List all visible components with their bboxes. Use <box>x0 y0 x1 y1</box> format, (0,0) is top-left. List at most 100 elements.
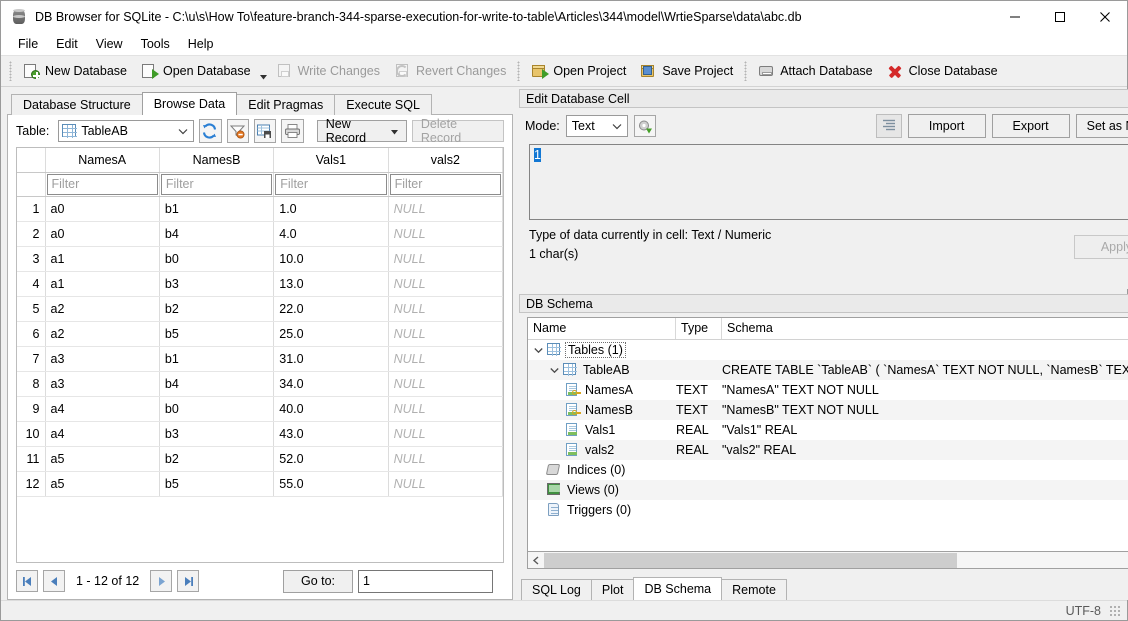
cell-vals1[interactable]: 52.0 <box>273 446 389 472</box>
cell-namesb[interactable]: b0 <box>159 396 275 422</box>
row-number[interactable]: 4 <box>17 271 46 297</box>
toolbar-grip[interactable] <box>9 61 12 81</box>
cell-namesb[interactable]: b4 <box>159 371 275 397</box>
tab-sql-log[interactable]: SQL Log <box>521 579 592 600</box>
cell-namesa[interactable]: a2 <box>45 296 160 322</box>
menu-view[interactable]: View <box>87 35 132 53</box>
table-row[interactable]: 8 a3 b4 34.0 NULL <box>17 371 503 397</box>
cell-vals2[interactable]: NULL <box>388 396 503 422</box>
filter-input-vals1[interactable]: Filter <box>275 173 387 195</box>
cell-namesa[interactable]: a5 <box>45 471 160 497</box>
row-number[interactable]: 1 <box>17 196 46 222</box>
cell-namesa[interactable]: a2 <box>45 321 160 347</box>
scrollbar-thumb[interactable] <box>544 552 958 568</box>
new-record-button[interactable]: New Record <box>316 117 407 145</box>
set-as-null-button[interactable]: Set as NULL <box>1075 114 1128 138</box>
cell-namesb[interactable]: b0 <box>159 246 275 272</box>
row-number[interactable]: 10 <box>17 421 46 447</box>
row-number[interactable]: 3 <box>17 246 46 272</box>
filter-cell-vals2[interactable]: Filter <box>388 172 503 197</box>
menu-help[interactable]: Help <box>179 35 223 53</box>
menu-tools[interactable]: Tools <box>132 35 179 53</box>
table-row[interactable]: 11 a5 b2 52.0 NULL <box>17 446 503 472</box>
cell-vals2[interactable]: NULL <box>388 196 503 222</box>
save-results-button[interactable] <box>254 119 277 143</box>
row-number[interactable]: 6 <box>17 321 46 347</box>
save-project-button[interactable]: Save Project <box>633 58 740 84</box>
cell-vals1[interactable]: 31.0 <box>273 346 389 372</box>
cell-vals1[interactable]: 1.0 <box>273 196 389 222</box>
cell-vals2[interactable]: NULL <box>388 221 503 247</box>
cell-vals2[interactable]: NULL <box>388 321 503 347</box>
column-header-vals2[interactable]: vals2 <box>388 148 503 173</box>
cell-vals1[interactable]: 13.0 <box>273 271 389 297</box>
first-page-button[interactable] <box>16 570 38 592</box>
schema-tree[interactable]: Name Type Schema Tables (1) TableAB CREA… <box>527 317 1128 552</box>
apply-button[interactable]: Apply <box>1074 235 1128 259</box>
scroll-left-icon[interactable] <box>528 553 544 568</box>
resize-grip[interactable] <box>1109 604 1121 617</box>
tab-plot[interactable]: Plot <box>590 579 635 600</box>
cell-vals1[interactable]: 55.0 <box>273 471 389 497</box>
table-row[interactable]: 6 a2 b5 25.0 NULL <box>17 321 503 347</box>
word-wrap-button[interactable] <box>875 114 902 138</box>
cell-namesb[interactable]: b3 <box>159 421 275 447</box>
revert-changes-button[interactable]: Revert Changes <box>387 58 513 84</box>
table-row[interactable]: 9 a4 b0 40.0 NULL <box>17 396 503 422</box>
maximize-button[interactable] <box>1037 1 1082 33</box>
tree-item-tables-group[interactable]: Tables (1) <box>528 340 1128 360</box>
table-row[interactable]: 5 a2 b2 22.0 NULL <box>17 296 503 322</box>
cell-namesa[interactable]: a1 <box>45 271 160 297</box>
schema-header-type[interactable]: Type <box>676 318 722 339</box>
cell-namesb[interactable]: b2 <box>159 296 275 322</box>
cell-namesa[interactable]: a0 <box>45 196 160 222</box>
tab-browse-data[interactable]: Browse Data <box>141 92 238 115</box>
tree-item-vals1[interactable]: Vals1 REAL "Vals1" REAL <box>528 420 1128 440</box>
apply-mode-button[interactable] <box>633 115 656 137</box>
cell-namesb[interactable]: b1 <box>159 346 275 372</box>
cell-vals2[interactable]: NULL <box>388 346 503 372</box>
cell-vals1[interactable]: 10.0 <box>273 246 389 272</box>
cell-vals2[interactable]: NULL <box>388 446 503 472</box>
tree-item-namesa[interactable]: NamesA TEXT "NamesA" TEXT NOT NULL <box>528 380 1128 400</box>
cell-vals1[interactable]: 22.0 <box>273 296 389 322</box>
schema-horizontal-scrollbar[interactable] <box>527 552 1128 569</box>
write-changes-button[interactable]: Write Changes <box>269 58 387 84</box>
tree-item-vals2[interactable]: vals2 REAL "vals2" REAL <box>528 440 1128 460</box>
cell-namesb[interactable]: b5 <box>159 321 275 347</box>
column-header-vals1[interactable]: Vals1 <box>273 148 389 173</box>
table-row[interactable]: 12 a5 b5 55.0 NULL <box>17 471 503 497</box>
cell-namesa[interactable]: a4 <box>45 396 160 422</box>
column-header-namesb[interactable]: NamesB <box>159 148 275 173</box>
tree-item-indices[interactable]: Indices (0) <box>528 460 1128 480</box>
export-button[interactable]: Export <box>991 114 1070 138</box>
tab-edit-pragmas[interactable]: Edit Pragmas <box>236 94 336 115</box>
filter-input-namesb[interactable]: Filter <box>160 173 273 195</box>
row-number[interactable]: 2 <box>17 221 46 247</box>
cell-vals2[interactable]: NULL <box>388 271 503 297</box>
tab-db-schema[interactable]: DB Schema <box>633 577 723 600</box>
previous-page-button[interactable] <box>43 570 65 592</box>
delete-record-button[interactable]: Delete Record <box>411 117 504 145</box>
cell-vals2[interactable]: NULL <box>388 296 503 322</box>
close-database-button[interactable]: Close Database <box>880 58 1005 84</box>
filter-cell-namesb[interactable]: Filter <box>159 172 275 197</box>
row-number[interactable]: 11 <box>17 446 46 472</box>
row-number[interactable]: 12 <box>17 471 46 497</box>
cell-namesa[interactable]: a1 <box>45 246 160 272</box>
filter-cell-vals1[interactable]: Filter <box>273 172 389 197</box>
cell-namesb[interactable]: b2 <box>159 446 275 472</box>
cell-content-editor[interactable]: 1 <box>529 144 1128 220</box>
tab-remote[interactable]: Remote <box>721 579 787 600</box>
cell-namesb[interactable]: b5 <box>159 471 275 497</box>
tree-item-views[interactable]: Views (0) <box>528 480 1128 500</box>
goto-button[interactable]: Go to: <box>283 569 353 593</box>
row-number[interactable]: 9 <box>17 396 46 422</box>
chevron-down-icon[interactable] <box>530 347 546 354</box>
table-row[interactable]: 2 a0 b4 4.0 NULL <box>17 221 503 247</box>
chevron-down-icon[interactable] <box>546 367 562 374</box>
cell-vals2[interactable]: NULL <box>388 471 503 497</box>
tree-item-triggers[interactable]: Triggers (0) <box>528 500 1128 520</box>
schema-header-name[interactable]: Name <box>528 318 676 339</box>
table-row[interactable]: 3 a1 b0 10.0 NULL <box>17 246 503 272</box>
